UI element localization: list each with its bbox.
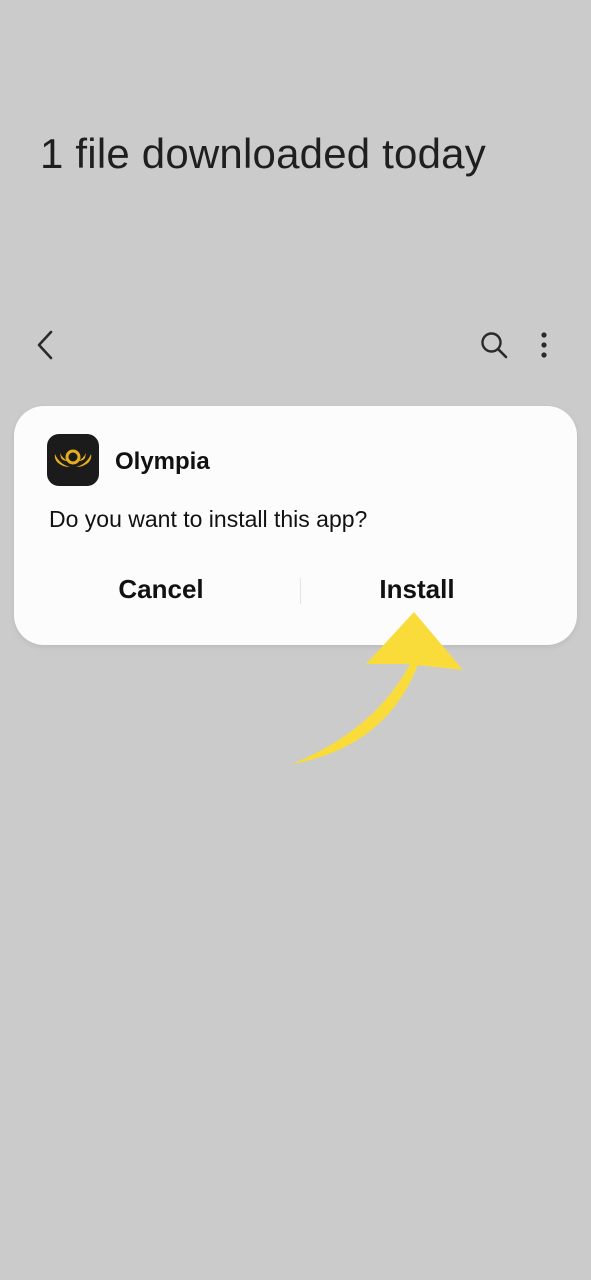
curved-arrow-up-icon <box>292 612 463 764</box>
